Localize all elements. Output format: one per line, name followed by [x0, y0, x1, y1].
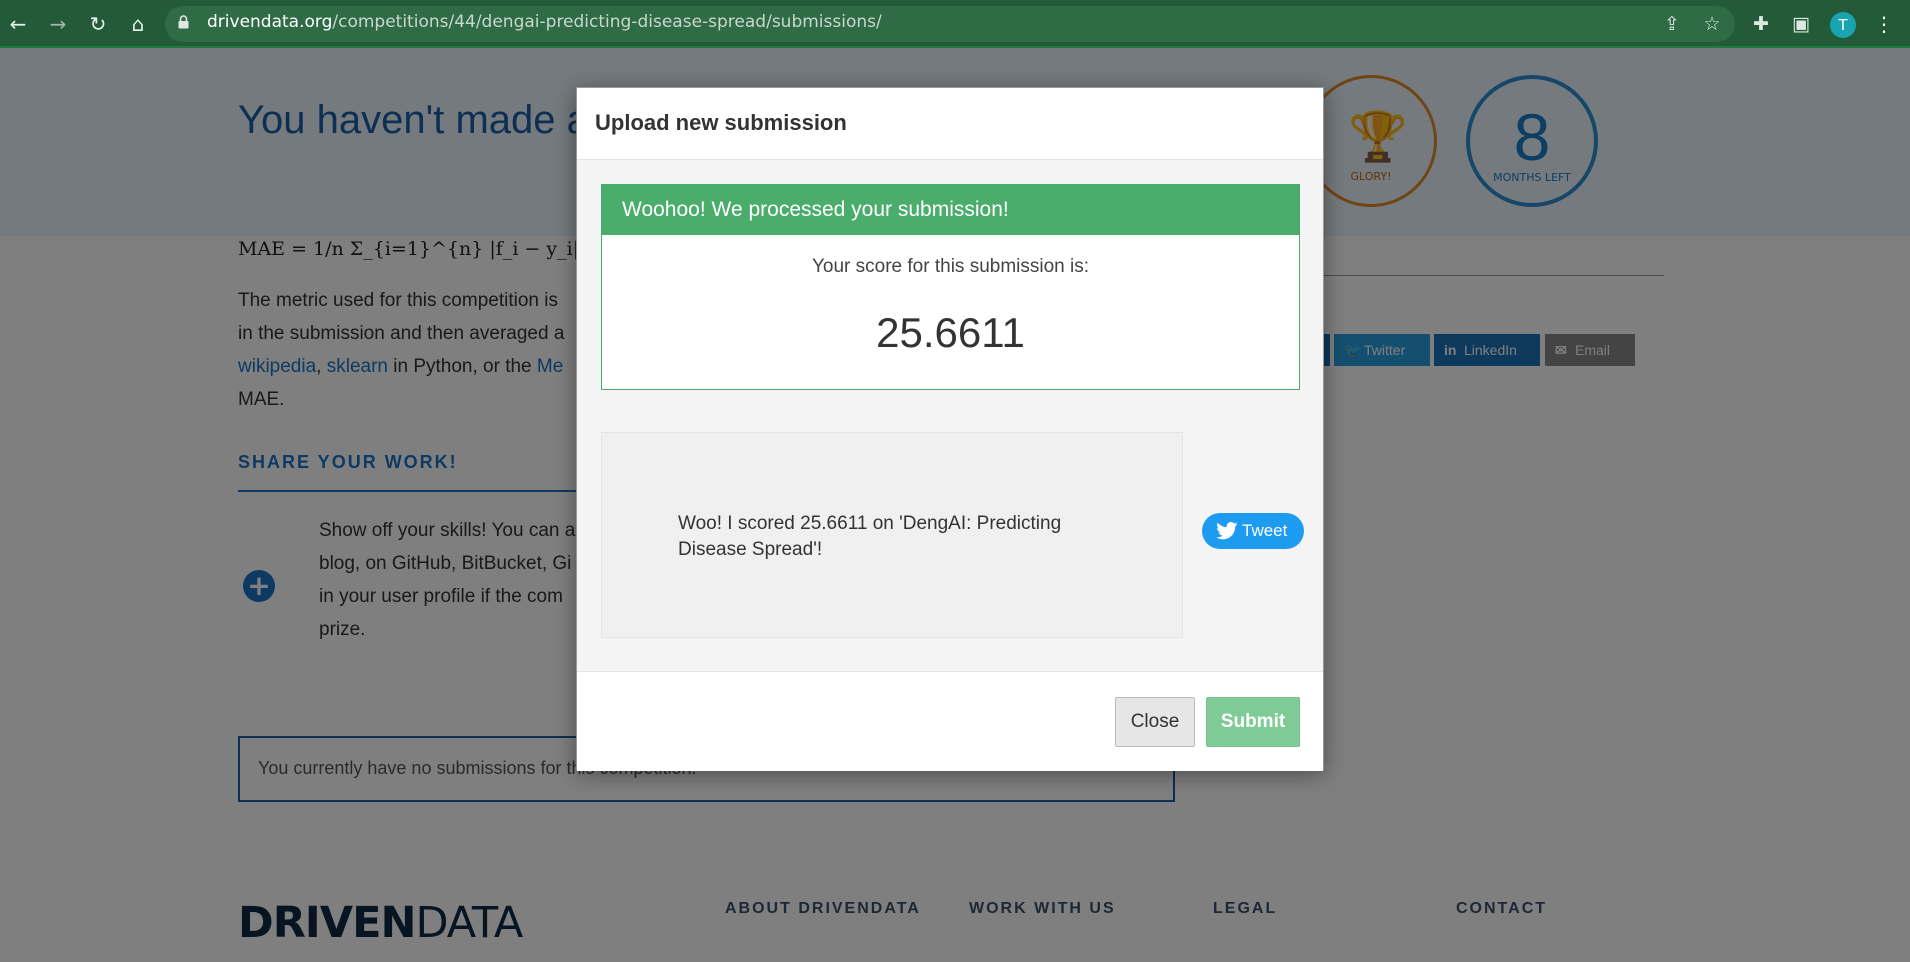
- success-heading: Woohoo! We processed your submission!: [602, 185, 1299, 235]
- close-button[interactable]: Close: [1115, 697, 1195, 747]
- url-text[interactable]: drivendata.org/competitions/44/dengai-pr…: [207, 12, 882, 32]
- sidepanel-icon[interactable]: ▣: [1789, 12, 1813, 36]
- score-result-panel: Woohoo! We processed your submission! Yo…: [601, 184, 1300, 390]
- extensions-icon[interactable]: ✚: [1749, 12, 1773, 36]
- twitter-bird-icon: [1216, 522, 1238, 540]
- score-value: 25.6611: [876, 309, 1025, 356]
- profile-avatar[interactable]: T: [1830, 12, 1856, 38]
- modal-header: Upload new submission: [577, 88, 1323, 160]
- browser-toolbar: ← → ↻ ⌂ drivendata.org/competitions/44/d…: [0, 0, 1910, 48]
- tweet-preview: Woo! I scored 25.6611 on 'DengAI: Predic…: [601, 432, 1183, 638]
- modal-footer: Close Submit: [577, 671, 1323, 771]
- forward-icon[interactable]: →: [44, 10, 72, 38]
- modal-body: Woohoo! We processed your submission! Yo…: [577, 160, 1323, 671]
- url-host: drivendata.org: [207, 12, 333, 32]
- score-label: Your score for this submission is:: [811, 256, 1090, 277]
- menu-icon[interactable]: ⋮: [1874, 10, 1894, 38]
- reload-icon[interactable]: ↻: [84, 10, 112, 38]
- tweet-button-label: Tweet: [1242, 521, 1288, 540]
- modal-title: Upload new submission: [595, 110, 847, 135]
- url-path: /competitions/44/dengai-predicting-disea…: [332, 12, 882, 32]
- share-icon[interactable]: ⇪: [1660, 12, 1684, 36]
- submit-button[interactable]: Submit: [1206, 697, 1300, 747]
- upload-submission-modal: Upload new submission Woohoo! We process…: [576, 87, 1324, 771]
- star-icon[interactable]: ☆: [1700, 12, 1724, 36]
- back-icon[interactable]: ←: [4, 10, 32, 38]
- tweet-button[interactable]: Tweet: [1202, 513, 1304, 549]
- tweet-text: Woo! I scored 25.6611 on 'DengAI: Predic…: [678, 513, 1062, 560]
- home-icon[interactable]: ⌂: [124, 10, 152, 38]
- lock-icon: [178, 15, 189, 29]
